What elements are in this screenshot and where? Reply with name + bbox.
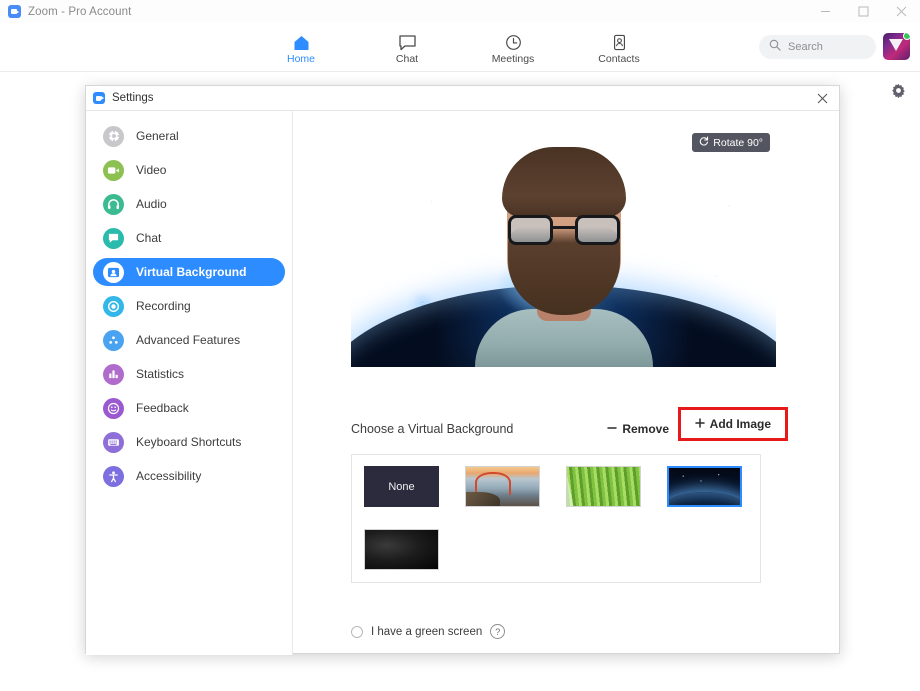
keyboard-icon (103, 432, 124, 453)
sidebar-item-label: General (136, 129, 179, 143)
space-image (669, 468, 740, 505)
plus-icon (695, 417, 705, 431)
sidebar-item-label: Recording (136, 299, 191, 313)
settings-sidebar: General Video Audio (86, 111, 293, 655)
bridge-image (466, 467, 539, 506)
sidebar-item-advanced-features[interactable]: Advanced Features (93, 326, 285, 354)
add-image-label: Add Image (710, 417, 771, 431)
person-card-icon (103, 262, 124, 283)
rotate-icon (699, 136, 709, 149)
settings-title: Settings (112, 92, 154, 104)
sidebar-item-label: Advanced Features (136, 333, 240, 347)
search-placeholder: Search (788, 41, 823, 53)
sidebar-item-label: Statistics (136, 367, 184, 381)
question-mark-icon[interactable]: ? (490, 624, 505, 639)
thumbnail-space[interactable] (667, 466, 742, 507)
sidebar-item-chat[interactable]: Chat (93, 224, 285, 252)
close-icon[interactable] (805, 86, 839, 110)
settings-body: General Video Audio (86, 111, 839, 655)
sidebar-item-accessibility[interactable]: Accessibility (93, 462, 285, 490)
sidebar-item-label: Feedback (136, 401, 189, 415)
sidebar-item-label: Virtual Background (136, 265, 246, 279)
sparkle-icon (103, 330, 124, 351)
sidebar-item-label: Keyboard Shortcuts (136, 435, 241, 449)
green-screen-checkbox[interactable] (351, 626, 363, 638)
thumbnail-dark[interactable] (364, 529, 439, 570)
grass-image (567, 467, 640, 506)
status-badge (903, 33, 910, 40)
thumbnail-bridge[interactable] (465, 466, 540, 507)
sidebar-item-label: Chat (136, 231, 161, 245)
avatar[interactable] (883, 33, 910, 60)
chooser-label: Choose a Virtual Background (351, 422, 513, 436)
tab-meetings[interactable]: Meetings (482, 29, 544, 65)
tab-home[interactable]: Home (270, 29, 332, 65)
sidebar-item-keyboard-shortcuts[interactable]: Keyboard Shortcuts (93, 428, 285, 456)
sidebar-item-virtual-background[interactable]: Virtual Background (93, 258, 285, 286)
person-glasses (508, 215, 620, 245)
tab-chat-label: Chat (396, 53, 418, 65)
sidebar-item-recording[interactable]: Recording (93, 292, 285, 320)
maximize-icon[interactable] (844, 0, 882, 23)
accessibility-icon (103, 466, 124, 487)
thumbnail-grass[interactable] (566, 466, 641, 507)
rotate-90-label: Rotate 90° (713, 137, 763, 149)
green-screen-label: I have a green screen (371, 626, 482, 638)
add-image-highlight: Add Image (678, 407, 788, 441)
home-icon (292, 32, 311, 51)
search-input[interactable]: Search (759, 35, 876, 59)
close-icon[interactable] (882, 0, 920, 23)
tab-home-label: Home (287, 53, 315, 65)
settings-titlebar: Settings (86, 86, 839, 111)
sidebar-item-feedback[interactable]: Feedback (93, 394, 285, 422)
background-thumbnail-grid: None (351, 454, 761, 583)
tab-contacts-label: Contacts (598, 53, 639, 65)
zoom-app-window: Zoom - Pro Account Home (0, 0, 920, 691)
tab-contacts[interactable]: Contacts (588, 29, 650, 65)
main-navbar: Home Chat Meetings Contacts (0, 23, 920, 72)
settings-content: Rotate 90° Choose a Virtual Background R… (293, 111, 839, 655)
video-camera-icon (103, 160, 124, 181)
self-view-person (475, 145, 653, 367)
minimize-icon[interactable] (806, 0, 844, 23)
chat-bubble-icon (398, 32, 417, 51)
settings-dialog: Settings General Video (85, 85, 840, 654)
zoom-logo-icon (8, 5, 21, 18)
sidebar-item-label: Accessibility (136, 469, 201, 483)
sidebar-item-label: Video (136, 163, 166, 177)
background-chooser-row: Choose a Virtual Background Remove Add (351, 417, 776, 441)
smiley-face-icon (103, 398, 124, 419)
window-title: Zoom - Pro Account (28, 6, 131, 18)
remove-button[interactable]: Remove (607, 422, 669, 436)
sidebar-item-label: Audio (136, 197, 167, 211)
remove-label: Remove (622, 422, 669, 436)
add-image-button[interactable]: Add Image (685, 414, 781, 434)
green-screen-row: I have a green screen ? (351, 624, 505, 639)
rotate-90-button[interactable]: Rotate 90° (692, 133, 770, 152)
gear-icon[interactable] (886, 78, 910, 102)
sidebar-item-video[interactable]: Video (93, 156, 285, 184)
window-titlebar: Zoom - Pro Account (0, 0, 920, 24)
record-circle-icon (103, 296, 124, 317)
search-icon (769, 38, 781, 56)
zoom-logo-icon (93, 92, 105, 104)
clock-icon (504, 32, 523, 51)
sidebar-item-audio[interactable]: Audio (93, 190, 285, 218)
video-preview: Rotate 90° (351, 127, 776, 367)
dark-image (365, 530, 438, 569)
tab-meetings-label: Meetings (492, 53, 535, 65)
window-controls (806, 0, 920, 23)
minus-icon (607, 422, 617, 436)
contact-card-icon (610, 32, 629, 51)
gear-icon (103, 126, 124, 147)
bar-chart-icon (103, 364, 124, 385)
chat-bubble-icon (103, 228, 124, 249)
sidebar-item-general[interactable]: General (93, 122, 285, 150)
headphones-icon (103, 194, 124, 215)
person-hair (502, 147, 626, 217)
thumbnail-none-label: None (388, 481, 414, 493)
thumbnail-none[interactable]: None (364, 466, 439, 507)
sidebar-item-statistics[interactable]: Statistics (93, 360, 285, 388)
tab-chat[interactable]: Chat (376, 29, 438, 65)
